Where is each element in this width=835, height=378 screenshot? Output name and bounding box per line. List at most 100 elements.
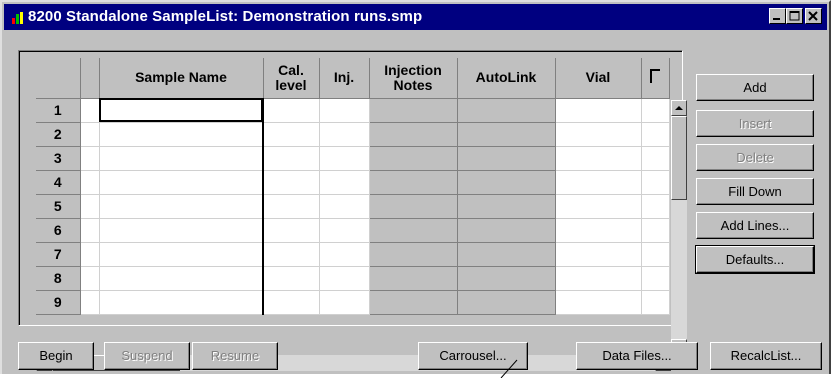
extra-cell[interactable]: [641, 122, 670, 147]
column-header-injection-notes[interactable]: Injection Notes: [369, 58, 458, 99]
extra-cell[interactable]: [641, 218, 670, 243]
minimize-button[interactable]: [769, 8, 786, 24]
inj-cell[interactable]: [319, 122, 370, 147]
autolink-cell[interactable]: [456, 121, 556, 147]
title-bar[interactable]: 8200 Standalone SampleList: Demonstratio…: [4, 4, 827, 30]
row-marker-cell[interactable]: [80, 194, 100, 219]
sample-name-cell[interactable]: [99, 146, 264, 171]
cal-level-cell[interactable]: [263, 218, 320, 243]
row-number[interactable]: 9: [36, 290, 81, 315]
sample-name-cell[interactable]: [99, 290, 264, 315]
row-number[interactable]: 1: [36, 98, 81, 123]
add-lines-button[interactable]: Add Lines...: [696, 212, 814, 239]
sample-name-cell[interactable]: [99, 194, 264, 219]
row-marker-cell[interactable]: [80, 266, 100, 291]
inj-cell[interactable]: [319, 98, 370, 123]
autolink-cell[interactable]: [456, 193, 556, 219]
autolink-cell[interactable]: [456, 97, 556, 123]
cal-level-cell[interactable]: [263, 98, 320, 123]
row-number[interactable]: 7: [36, 242, 81, 267]
inj-cell[interactable]: [319, 242, 370, 267]
vial-cell[interactable]: [555, 146, 642, 171]
row-number[interactable]: 5: [36, 194, 81, 219]
fill-down-button[interactable]: Fill Down: [696, 178, 814, 205]
add-button[interactable]: Add: [696, 74, 814, 101]
row-marker-cell[interactable]: [80, 218, 100, 243]
cal-level-cell[interactable]: [263, 194, 320, 219]
corner-header[interactable]: [36, 58, 81, 99]
vial-cell[interactable]: [555, 194, 642, 219]
sample-name-cell[interactable]: [99, 242, 264, 267]
extra-cell[interactable]: [641, 170, 670, 195]
vial-cell[interactable]: [555, 266, 642, 291]
column-header-partial[interactable]: [641, 58, 670, 99]
injection-notes-cell[interactable]: [368, 241, 458, 267]
begin-button[interactable]: Begin: [18, 342, 94, 370]
inj-cell[interactable]: [319, 218, 370, 243]
row-number[interactable]: 6: [36, 218, 81, 243]
vial-cell[interactable]: [555, 122, 642, 147]
cal-level-cell[interactable]: [263, 146, 320, 171]
cal-level-cell[interactable]: [263, 122, 320, 147]
row-number[interactable]: 8: [36, 266, 81, 291]
data-files-button[interactable]: Data Files...: [576, 342, 698, 370]
inj-cell[interactable]: [319, 194, 370, 219]
row-number[interactable]: 3: [36, 146, 81, 171]
resume-button[interactable]: Resume: [192, 342, 278, 370]
maximize-button[interactable]: [786, 8, 803, 24]
sample-name-cell[interactable]: [99, 266, 264, 291]
autolink-cell[interactable]: [456, 145, 556, 171]
extra-cell[interactable]: [641, 146, 670, 171]
sample-name-cell[interactable]: [99, 170, 264, 195]
autolink-cell[interactable]: [456, 217, 556, 243]
delete-button[interactable]: Delete: [696, 144, 814, 171]
extra-cell[interactable]: [641, 98, 670, 123]
extra-cell[interactable]: [641, 194, 670, 219]
injection-notes-cell[interactable]: [368, 265, 458, 291]
row-number[interactable]: 2: [36, 122, 81, 147]
vial-cell[interactable]: [555, 170, 642, 195]
injection-notes-cell[interactable]: [368, 145, 458, 171]
vial-cell[interactable]: [555, 98, 642, 123]
row-marker-cell[interactable]: [80, 290, 100, 315]
sample-name-cell[interactable]: [99, 98, 264, 123]
injection-notes-cell[interactable]: [368, 289, 458, 315]
defaults-button[interactable]: Defaults...: [695, 245, 815, 274]
row-marker-cell[interactable]: [80, 146, 100, 171]
extra-cell[interactable]: [641, 242, 670, 267]
suspend-button[interactable]: Suspend: [104, 342, 190, 370]
cal-level-cell[interactable]: [263, 266, 320, 291]
row-marker-cell[interactable]: [80, 98, 100, 123]
autolink-cell[interactable]: [456, 241, 556, 267]
close-button[interactable]: [805, 8, 822, 24]
insert-button[interactable]: Insert: [696, 110, 814, 137]
cal-level-cell[interactable]: [263, 170, 320, 195]
autolink-cell[interactable]: [456, 169, 556, 195]
recalc-list-button[interactable]: RecalcList...: [710, 342, 822, 370]
vertical-scroll-thumb[interactable]: [671, 116, 687, 200]
row-marker-cell[interactable]: [80, 242, 100, 267]
extra-cell[interactable]: [641, 290, 670, 315]
injection-notes-cell[interactable]: [368, 97, 458, 123]
row-marker-cell[interactable]: [80, 170, 100, 195]
scroll-up-button[interactable]: [671, 100, 687, 116]
inj-cell[interactable]: [319, 146, 370, 171]
injection-notes-cell[interactable]: [368, 193, 458, 219]
sample-grid[interactable]: Sample Name Cal. level Inj. Injection No…: [36, 58, 670, 315]
row-marker-cell[interactable]: [80, 122, 100, 147]
inj-cell[interactable]: [319, 266, 370, 291]
injection-notes-cell[interactable]: [368, 121, 458, 147]
sample-name-cell[interactable]: [99, 122, 264, 147]
injection-notes-cell[interactable]: [368, 169, 458, 195]
autolink-cell[interactable]: [456, 265, 556, 291]
inj-cell[interactable]: [319, 290, 370, 315]
vial-cell[interactable]: [555, 218, 642, 243]
column-header-sample-name[interactable]: Sample Name: [99, 58, 264, 99]
autolink-cell[interactable]: [456, 289, 556, 315]
inj-cell[interactable]: [319, 170, 370, 195]
extra-cell[interactable]: [641, 266, 670, 291]
vial-cell[interactable]: [555, 290, 642, 315]
sample-name-cell[interactable]: [99, 218, 264, 243]
row-number[interactable]: 4: [36, 170, 81, 195]
column-header-vial[interactable]: Vial: [555, 58, 642, 99]
